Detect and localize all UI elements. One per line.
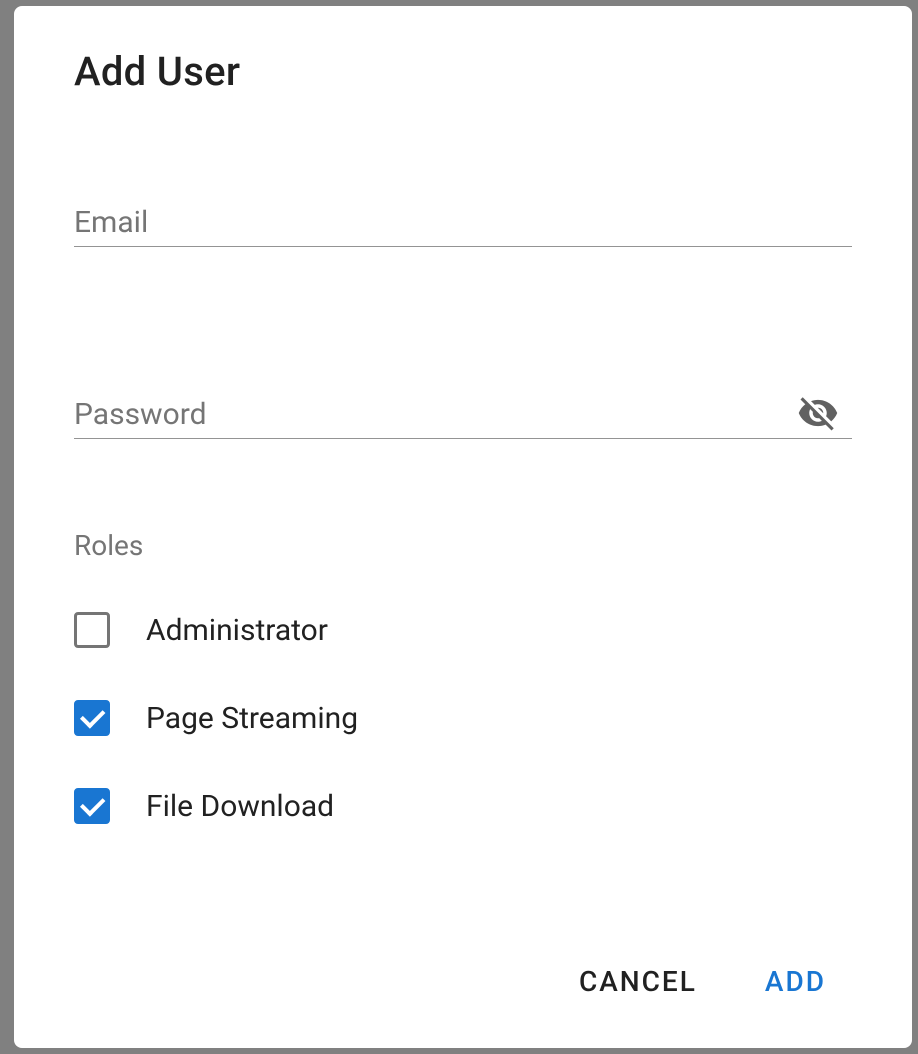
checkbox-file-download[interactable]: [74, 788, 110, 824]
add-button[interactable]: ADD: [751, 955, 840, 1008]
role-administrator[interactable]: Administrator: [74, 612, 852, 648]
email-underline: [74, 246, 852, 247]
roles-heading: Roles: [74, 529, 852, 562]
cancel-button[interactable]: CANCEL: [565, 955, 711, 1008]
password-underline: [74, 438, 852, 439]
dialog-title: Add User: [74, 48, 852, 95]
password-field-container: Password: [74, 397, 852, 439]
checkbox-page-streaming[interactable]: [74, 700, 110, 736]
roles-section: Roles Administrator Page Streaming File …: [74, 529, 852, 876]
visibility-off-icon[interactable]: [796, 391, 840, 435]
role-file-download[interactable]: File Download: [74, 788, 852, 824]
role-label: File Download: [146, 789, 334, 824]
email-field[interactable]: Email: [74, 205, 852, 246]
password-field[interactable]: Password: [74, 397, 852, 438]
role-page-streaming[interactable]: Page Streaming: [74, 700, 852, 736]
role-label: Page Streaming: [146, 701, 358, 736]
dialog-actions: CANCEL ADD: [74, 955, 852, 1008]
email-field-container: Email: [74, 205, 852, 247]
checkbox-administrator[interactable]: [74, 612, 110, 648]
role-label: Administrator: [146, 613, 328, 648]
add-user-dialog: Add User Email Password Roles Administra…: [14, 6, 912, 1048]
